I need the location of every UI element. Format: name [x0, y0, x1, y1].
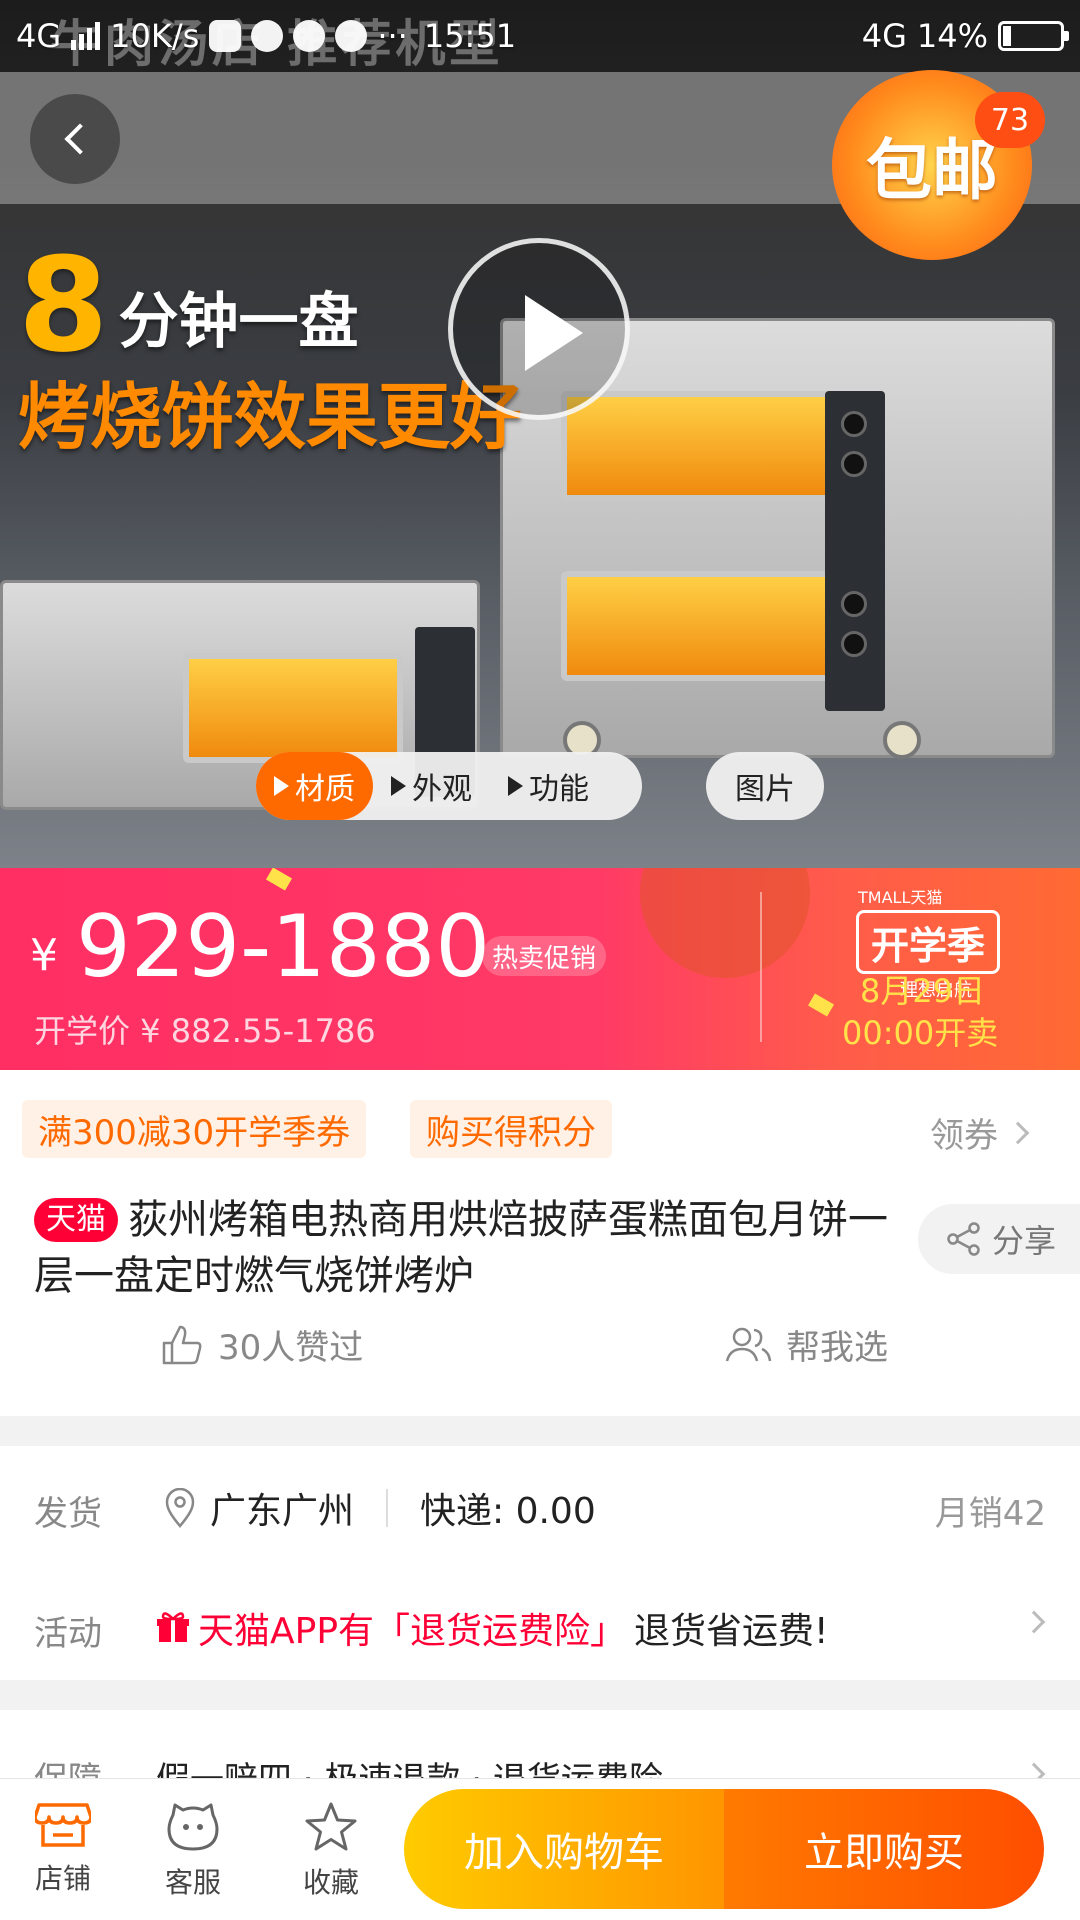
- help-choose-label: 帮我选: [786, 1328, 888, 1368]
- tab-function[interactable]: 功能: [490, 752, 607, 820]
- like-button[interactable]: 30人赞过: [160, 1320, 363, 1369]
- media-tab-group: 材质 外观 功能: [256, 752, 642, 820]
- video-play-button[interactable]: [448, 238, 630, 420]
- product-detail-screen: 牛肉汤店 推荐机型 8 分钟一盘 烤烧饼效果更好 材质 外观 功能 图片 包邮 …: [0, 0, 1080, 1920]
- share-button[interactable]: 分享: [918, 1204, 1080, 1274]
- price-banner: ¥ 929-1880 热卖促销 开学价 ¥ 882.55-1786 TMALL天…: [0, 868, 1080, 1070]
- tab-label: 材质: [295, 772, 355, 807]
- status-bar: 4G 10K/s ··· 15:51 4G 14%: [0, 0, 1080, 72]
- planet-notification-icon: [335, 20, 368, 52]
- thumbs-up-icon: [162, 1325, 202, 1364]
- star-icon: [305, 1802, 357, 1851]
- buy-now-button[interactable]: 立即购买: [724, 1789, 1044, 1909]
- likes-count: 30人赞过: [218, 1328, 364, 1368]
- activity-label: 活动: [34, 1614, 102, 1654]
- activity-highlight: 天猫APP有「退货运费险」: [198, 1611, 627, 1652]
- service-label: 客服: [164, 1866, 221, 1899]
- browser-notification-icon: [293, 20, 326, 52]
- tab-label: 外观: [412, 772, 472, 807]
- tab-images[interactable]: 图片: [706, 752, 824, 820]
- promo-line-2: 烤烧饼效果更好: [18, 375, 523, 459]
- promo-number: 8: [18, 229, 109, 381]
- clock: 15:51: [423, 17, 517, 55]
- product-title-text: 荻州烤箱电热商用烘焙披萨蛋糕面包月饼一层一盘定时燃气烧饼烤炉: [34, 1197, 888, 1299]
- coupon-points[interactable]: 购买得积分: [410, 1100, 612, 1158]
- divider: [386, 1489, 389, 1527]
- school-season-price: 开学价 ¥ 882.55-1786: [34, 1012, 376, 1050]
- promo-line-1: 分钟一盘: [118, 287, 359, 357]
- play-triangle-icon: [391, 776, 406, 796]
- activity-text: 退货省运费!: [634, 1611, 829, 1652]
- tab-label: 功能: [529, 772, 589, 807]
- share-label: 分享: [992, 1222, 1057, 1260]
- basketball-decoration: [640, 868, 810, 978]
- tab-appearance[interactable]: 外观: [373, 752, 490, 820]
- help-choose-button[interactable]: 帮我选: [724, 1320, 888, 1369]
- sale-date: 8月29日: [860, 972, 986, 1010]
- network-type: 4G: [16, 17, 62, 55]
- network-type-right: 4G: [861, 17, 907, 55]
- store-icon: [35, 1803, 91, 1847]
- chevron-right-icon: [1022, 1610, 1046, 1634]
- express-fee: 快递: 0.00: [420, 1491, 596, 1532]
- favorite-button[interactable]: 收藏: [276, 1801, 386, 1901]
- play-triangle-icon: [274, 776, 289, 796]
- favorite-label: 收藏: [302, 1866, 359, 1899]
- back-button[interactable]: [30, 94, 120, 184]
- tmall-logo: TMALL天猫: [858, 888, 943, 907]
- cart-count-badge[interactable]: 73: [975, 92, 1045, 148]
- price-range: 929-1880: [76, 897, 491, 997]
- school-season-badge: 开学季: [856, 910, 1000, 974]
- ship-info-row: 广东广州 快递: 0.00: [164, 1482, 596, 1534]
- get-coupon-button[interactable]: 领券: [930, 1108, 1030, 1157]
- hero-promo-text: 8 分钟一盘 烤烧饼效果更好: [18, 240, 522, 460]
- product-title: 天猫 荻州烤箱电热商用烘焙披萨蛋糕面包月饼一层一盘定时燃气烧饼烤炉: [34, 1192, 894, 1304]
- monthly-sales: 月销42: [934, 1494, 1046, 1534]
- network-speed: 10K/s: [110, 17, 200, 55]
- battery-percent: 14%: [916, 17, 988, 55]
- bottom-action-bar: 店铺 客服 收藏 加入购物车 立即购买: [0, 1778, 1080, 1920]
- people-icon: [725, 1327, 772, 1361]
- activity-row[interactable]: 天猫APP有「退货运费险」 退货省运费!: [156, 1602, 828, 1654]
- store-label: 店铺: [34, 1862, 91, 1895]
- ship-location: 广东广州: [210, 1491, 355, 1532]
- confetti-decoration: [807, 993, 835, 1017]
- more-notifications-icon: ···: [377, 17, 408, 55]
- tmall-tag: 天猫: [34, 1198, 118, 1242]
- hot-sale-tag: 热卖促销: [482, 936, 607, 976]
- ship-label: 发货: [34, 1494, 102, 1534]
- play-icon: [525, 295, 583, 371]
- banner-divider: [760, 892, 762, 1042]
- sale-time: 00:00开卖: [842, 1014, 999, 1052]
- product-info-card: 满300减30开学季券 购买得积分 领券 天猫 荻州烤箱电热商用烘焙披萨蛋糕面包月…: [0, 1070, 1080, 1416]
- add-to-cart-button[interactable]: 加入购物车: [404, 1789, 724, 1909]
- customer-service-button[interactable]: 客服: [138, 1801, 248, 1901]
- share-icon: [947, 1222, 980, 1256]
- coupon-school-season[interactable]: 满300减30开学季券: [22, 1100, 367, 1158]
- gift-icon: [157, 1612, 189, 1642]
- confetti-decoration: [265, 868, 293, 891]
- signal-icon: [71, 22, 101, 50]
- shipping-card: 发货 广东广州 快递: 0.00 月销42 活动 天猫APP有「退货运费险」 退…: [0, 1446, 1080, 1680]
- media-notification-icon: [251, 20, 284, 52]
- tab-material[interactable]: 材质: [256, 752, 373, 820]
- battery-icon: [998, 21, 1069, 51]
- price-currency: ¥: [30, 930, 58, 981]
- app-notification-icon: [209, 20, 242, 52]
- chevron-right-icon: [1006, 1121, 1030, 1144]
- service-face-icon: [167, 1803, 219, 1851]
- play-triangle-icon: [508, 776, 523, 796]
- store-button[interactable]: 店铺: [8, 1801, 118, 1897]
- chevron-left-icon: [64, 123, 96, 155]
- get-coupon-label: 领券: [930, 1116, 998, 1156]
- location-pin-icon: [165, 1488, 195, 1528]
